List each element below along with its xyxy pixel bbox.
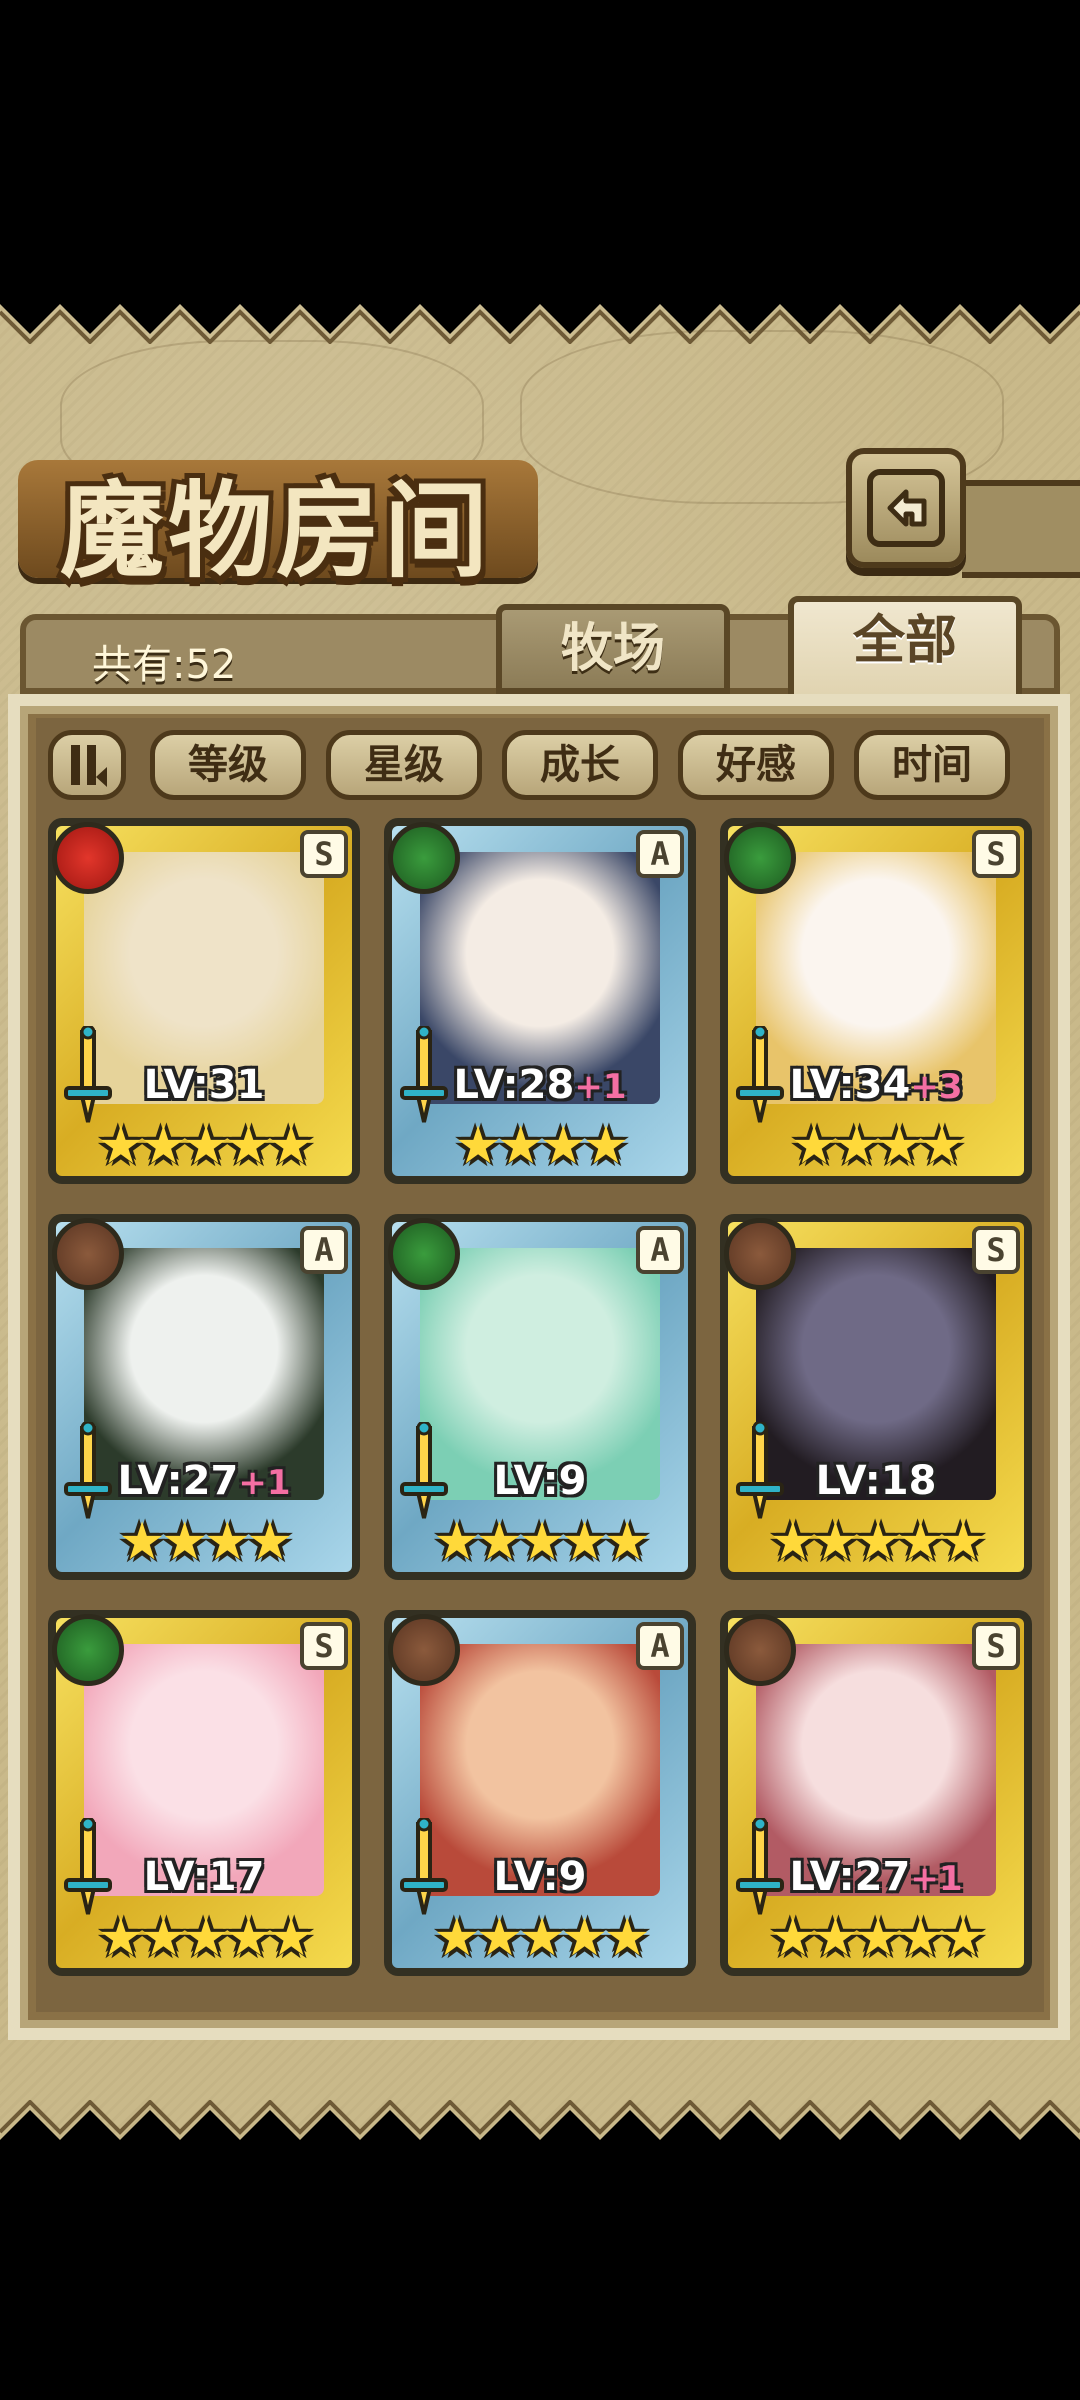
rank-badge: S (300, 830, 348, 878)
earth-element-icon (52, 1218, 124, 1290)
sort-toggle-icon (71, 745, 107, 787)
level-value: LV:17 (143, 1854, 265, 1900)
rank-badge: S (972, 830, 1020, 878)
level-value: LV:34 (789, 1062, 911, 1108)
star-rating: ★★★★★ (433, 1512, 650, 1572)
level-label: LV:17 (56, 1854, 352, 1900)
monster-card[interactable]: S LV:31 ★★★★★ (48, 818, 360, 1184)
leaf-element-icon (52, 1614, 124, 1686)
fire-element-icon (52, 822, 124, 894)
star-rating: ★★★★ (790, 1116, 965, 1176)
level-value: LV:9 (493, 1458, 587, 1504)
level-bonus: +3 (910, 1067, 963, 1107)
rank-badge: A (636, 1622, 684, 1670)
monster-card[interactable]: S LV:34+3 ★★★★ (720, 818, 1032, 1184)
level-label: LV:9 (392, 1458, 688, 1504)
monster-card[interactable]: S LV:18 ★★★★★ (720, 1214, 1032, 1580)
star-rating: ★★★★ (118, 1512, 293, 1572)
monster-card[interactable]: A LV:9 ★★★★★ (384, 1610, 696, 1976)
level-value: LV:9 (493, 1854, 587, 1900)
level-label: LV:27+1 (56, 1458, 352, 1504)
leaf-element-icon (388, 822, 460, 894)
filter-affection-button[interactable]: 好感 (678, 730, 834, 800)
filter-growth-button[interactable]: 成长 (502, 730, 658, 800)
earth-element-icon (388, 1614, 460, 1686)
level-label: LV:27+1 (728, 1854, 1024, 1900)
monster-card[interactable]: A LV:9 ★★★★★ (384, 1214, 696, 1580)
star-rating: ★★★★★ (433, 1908, 650, 1968)
tab-ranch[interactable]: 牧场 (496, 604, 730, 694)
filter-star-button[interactable]: 星级 (326, 730, 482, 800)
level-label: LV:28+1 (392, 1062, 688, 1108)
star-rating: ★★★★★ (97, 1908, 314, 1968)
level-value: LV:31 (143, 1062, 265, 1108)
zigzag-border-bottom (0, 2100, 1080, 2200)
return-icon (867, 469, 945, 547)
leaf-element-icon (724, 822, 796, 894)
rank-badge: S (300, 1622, 348, 1670)
filter-time-button[interactable]: 时间 (854, 730, 1010, 800)
level-label: LV:34+3 (728, 1062, 1024, 1108)
monster-card[interactable]: A LV:27+1 ★★★★ (48, 1214, 360, 1580)
rank-badge: S (972, 1622, 1020, 1670)
star-rating: ★★★★★ (97, 1116, 314, 1176)
star-rating: ★★★★★ (769, 1512, 986, 1572)
level-label: LV:18 (728, 1458, 1024, 1504)
back-button-rail (962, 480, 1080, 578)
sort-order-button[interactable] (48, 730, 126, 800)
back-button[interactable] (846, 448, 966, 568)
level-label: LV:31 (56, 1062, 352, 1108)
level-value: LV:27 (789, 1854, 911, 1900)
monster-card[interactable]: S LV:27+1 ★★★★★ (720, 1610, 1032, 1976)
leaf-element-icon (388, 1218, 460, 1290)
tab-all[interactable]: 全部 (788, 596, 1022, 708)
level-bonus: +1 (574, 1067, 627, 1107)
earth-element-icon (724, 1614, 796, 1686)
level-value: LV:18 (815, 1458, 937, 1504)
zigzag-border-top (0, 284, 1080, 344)
monster-count: 共有:52 (92, 642, 237, 688)
filter-level-button[interactable]: 等级 (150, 730, 306, 800)
level-value: LV:28 (453, 1062, 575, 1108)
rank-badge: A (636, 830, 684, 878)
page-title: 魔物房间 (60, 469, 493, 592)
earth-element-icon (724, 1218, 796, 1290)
level-bonus: +1 (238, 1463, 291, 1503)
monster-card[interactable]: S LV:17 ★★★★★ (48, 1610, 360, 1976)
rank-badge: A (300, 1226, 348, 1274)
level-bonus: +1 (910, 1859, 963, 1899)
star-rating: ★★★★★ (769, 1908, 986, 1968)
rank-badge: A (636, 1226, 684, 1274)
monster-card[interactable]: A LV:28+1 ★★★★ (384, 818, 696, 1184)
rank-badge: S (972, 1226, 1020, 1274)
level-label: LV:9 (392, 1854, 688, 1900)
level-value: LV:27 (117, 1458, 239, 1504)
star-rating: ★★★★ (454, 1116, 629, 1176)
